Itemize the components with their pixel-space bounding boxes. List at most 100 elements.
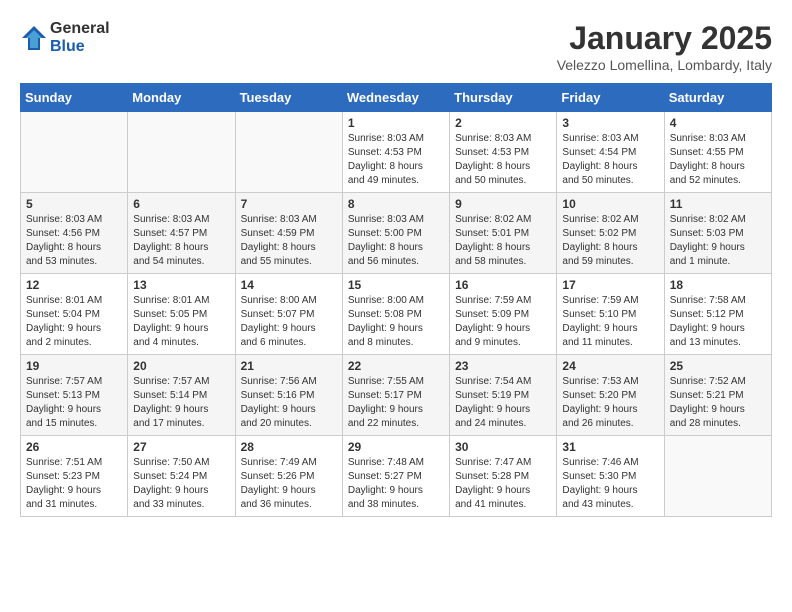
- day-info: Sunrise: 7:48 AM Sunset: 5:27 PM Dayligh…: [348, 456, 444, 512]
- day-number: 8: [348, 197, 444, 211]
- logo-icon: [20, 24, 48, 52]
- day-info: Sunrise: 7:56 AM Sunset: 5:16 PM Dayligh…: [241, 375, 337, 431]
- title-section: January 2025 Velezzo Lomellina, Lombardy…: [557, 20, 772, 73]
- header-saturday: Saturday: [664, 84, 771, 112]
- table-row: [21, 112, 128, 193]
- day-number: 11: [670, 197, 766, 211]
- table-row: 27 Sunrise: 7:50 AM Sunset: 5:24 PM Dayli…: [128, 436, 235, 517]
- table-row: 26 Sunrise: 7:51 AM Sunset: 5:23 PM Dayli…: [21, 436, 128, 517]
- month-year: January 2025: [557, 20, 772, 57]
- table-row: 5Sunrise: 8:03 AM Sunset: 4:56 PM Daylig…: [21, 193, 128, 274]
- day-number: 22: [348, 359, 444, 373]
- day-number: 29: [348, 440, 444, 454]
- day-number: 19: [26, 359, 122, 373]
- table-row: 6 Sunrise: 8:03 AM Sunset: 4:57 PM Daylig…: [128, 193, 235, 274]
- day-info: Sunrise: 7:50 AM Sunset: 5:24 PM Dayligh…: [133, 456, 229, 512]
- day-info: Sunrise: 7:55 AM Sunset: 5:17 PM Dayligh…: [348, 375, 444, 431]
- header-sunday: Sunday: [21, 84, 128, 112]
- day-info: Sunrise: 8:01 AM Sunset: 5:05 PM Dayligh…: [133, 294, 229, 350]
- table-row: 15 Sunrise: 8:00 AM Sunset: 5:08 PM Dayli…: [342, 274, 449, 355]
- day-info: Sunrise: 8:02 AM Sunset: 5:01 PM Dayligh…: [455, 213, 551, 269]
- table-row: 13 Sunrise: 8:01 AM Sunset: 5:05 PM Dayli…: [128, 274, 235, 355]
- day-info: Sunrise: 8:02 AM Sunset: 5:02 PM Dayligh…: [562, 213, 658, 269]
- table-row: 12 Sunrise: 8:01 AM Sunset: 5:04 PM Dayli…: [21, 274, 128, 355]
- week-row-4: 19 Sunrise: 7:57 AM Sunset: 5:13 PM Dayli…: [21, 355, 772, 436]
- day-info: Sunrise: 7:51 AM Sunset: 5:23 PM Dayligh…: [26, 456, 122, 512]
- logo: General Blue: [20, 20, 110, 56]
- day-info: Sunrise: 7:59 AM Sunset: 5:10 PM Dayligh…: [562, 294, 658, 350]
- day-number: 15: [348, 278, 444, 292]
- header-wednesday: Wednesday: [342, 84, 449, 112]
- day-info: Sunrise: 8:03 AM Sunset: 4:53 PM Dayligh…: [348, 132, 444, 188]
- day-info: Sunrise: 8:03 AM Sunset: 5:00 PM Dayligh…: [348, 213, 444, 269]
- day-info: Sunrise: 8:03 AM Sunset: 4:59 PM Dayligh…: [241, 213, 337, 269]
- day-number: 30: [455, 440, 551, 454]
- table-row: 20 Sunrise: 7:57 AM Sunset: 5:14 PM Dayli…: [128, 355, 235, 436]
- day-number: 9: [455, 197, 551, 211]
- day-info: Sunrise: 7:57 AM Sunset: 5:13 PM Dayligh…: [26, 375, 122, 431]
- day-number: 31: [562, 440, 658, 454]
- page-header: General Blue January 2025 Velezzo Lomell…: [20, 20, 772, 73]
- location: Velezzo Lomellina, Lombardy, Italy: [557, 57, 772, 73]
- day-number: 12: [26, 278, 122, 292]
- day-number: 4: [670, 116, 766, 130]
- day-number: 27: [133, 440, 229, 454]
- table-row: 10Sunrise: 8:02 AM Sunset: 5:02 PM Dayli…: [557, 193, 664, 274]
- table-row: 17 Sunrise: 7:59 AM Sunset: 5:10 PM Dayli…: [557, 274, 664, 355]
- week-row-5: 26 Sunrise: 7:51 AM Sunset: 5:23 PM Dayli…: [21, 436, 772, 517]
- table-row: 3Sunrise: 8:03 AM Sunset: 4:54 PM Daylig…: [557, 112, 664, 193]
- day-number: 26: [26, 440, 122, 454]
- day-number: 17: [562, 278, 658, 292]
- day-info: Sunrise: 7:46 AM Sunset: 5:30 PM Dayligh…: [562, 456, 658, 512]
- day-number: 18: [670, 278, 766, 292]
- table-row: 18 Sunrise: 7:58 AM Sunset: 5:12 PM Dayli…: [664, 274, 771, 355]
- table-row: 23Sunrise: 7:54 AM Sunset: 5:19 PM Dayli…: [450, 355, 557, 436]
- weekday-header-row: Sunday Monday Tuesday Wednesday Thursday…: [21, 84, 772, 112]
- day-info: Sunrise: 7:49 AM Sunset: 5:26 PM Dayligh…: [241, 456, 337, 512]
- header-friday: Friday: [557, 84, 664, 112]
- table-row: 31 Sunrise: 7:46 AM Sunset: 5:30 PM Dayli…: [557, 436, 664, 517]
- day-info: Sunrise: 8:03 AM Sunset: 4:54 PM Dayligh…: [562, 132, 658, 188]
- day-info: Sunrise: 8:00 AM Sunset: 5:07 PM Dayligh…: [241, 294, 337, 350]
- table-row: 21Sunrise: 7:56 AM Sunset: 5:16 PM Dayli…: [235, 355, 342, 436]
- table-row: [664, 436, 771, 517]
- table-row: 29 Sunrise: 7:48 AM Sunset: 5:27 PM Dayli…: [342, 436, 449, 517]
- day-number: 28: [241, 440, 337, 454]
- logo-general: General: [50, 20, 110, 37]
- table-row: 16Sunrise: 7:59 AM Sunset: 5:09 PM Dayli…: [450, 274, 557, 355]
- day-number: 14: [241, 278, 337, 292]
- day-number: 7: [241, 197, 337, 211]
- table-row: 11 Sunrise: 8:02 AM Sunset: 5:03 PM Dayli…: [664, 193, 771, 274]
- day-info: Sunrise: 8:00 AM Sunset: 5:08 PM Dayligh…: [348, 294, 444, 350]
- day-info: Sunrise: 7:53 AM Sunset: 5:20 PM Dayligh…: [562, 375, 658, 431]
- table-row: 25Sunrise: 7:52 AM Sunset: 5:21 PM Dayli…: [664, 355, 771, 436]
- table-row: 24 Sunrise: 7:53 AM Sunset: 5:20 PM Dayli…: [557, 355, 664, 436]
- day-number: 13: [133, 278, 229, 292]
- day-info: Sunrise: 7:52 AM Sunset: 5:21 PM Dayligh…: [670, 375, 766, 431]
- week-row-3: 12 Sunrise: 8:01 AM Sunset: 5:04 PM Dayli…: [21, 274, 772, 355]
- day-number: 1: [348, 116, 444, 130]
- table-row: [128, 112, 235, 193]
- day-info: Sunrise: 7:57 AM Sunset: 5:14 PM Dayligh…: [133, 375, 229, 431]
- day-number: 16: [455, 278, 551, 292]
- day-info: Sunrise: 8:03 AM Sunset: 4:55 PM Dayligh…: [670, 132, 766, 188]
- table-row: 1 Sunrise: 8:03 AM Sunset: 4:53 PM Daylig…: [342, 112, 449, 193]
- day-info: Sunrise: 8:03 AM Sunset: 4:56 PM Dayligh…: [26, 213, 122, 269]
- day-info: Sunrise: 8:01 AM Sunset: 5:04 PM Dayligh…: [26, 294, 122, 350]
- week-row-2: 5Sunrise: 8:03 AM Sunset: 4:56 PM Daylig…: [21, 193, 772, 274]
- day-number: 24: [562, 359, 658, 373]
- table-row: 19 Sunrise: 7:57 AM Sunset: 5:13 PM Dayli…: [21, 355, 128, 436]
- day-info: Sunrise: 8:02 AM Sunset: 5:03 PM Dayligh…: [670, 213, 766, 269]
- header-monday: Monday: [128, 84, 235, 112]
- day-number: 2: [455, 116, 551, 130]
- day-number: 6: [133, 197, 229, 211]
- day-info: Sunrise: 8:03 AM Sunset: 4:53 PM Dayligh…: [455, 132, 551, 188]
- day-info: Sunrise: 7:58 AM Sunset: 5:12 PM Dayligh…: [670, 294, 766, 350]
- calendar: Sunday Monday Tuesday Wednesday Thursday…: [20, 83, 772, 517]
- day-info: Sunrise: 8:03 AM Sunset: 4:57 PM Dayligh…: [133, 213, 229, 269]
- header-tuesday: Tuesday: [235, 84, 342, 112]
- day-number: 20: [133, 359, 229, 373]
- table-row: [235, 112, 342, 193]
- table-row: 9 Sunrise: 8:02 AM Sunset: 5:01 PM Daylig…: [450, 193, 557, 274]
- table-row: 30Sunrise: 7:47 AM Sunset: 5:28 PM Dayli…: [450, 436, 557, 517]
